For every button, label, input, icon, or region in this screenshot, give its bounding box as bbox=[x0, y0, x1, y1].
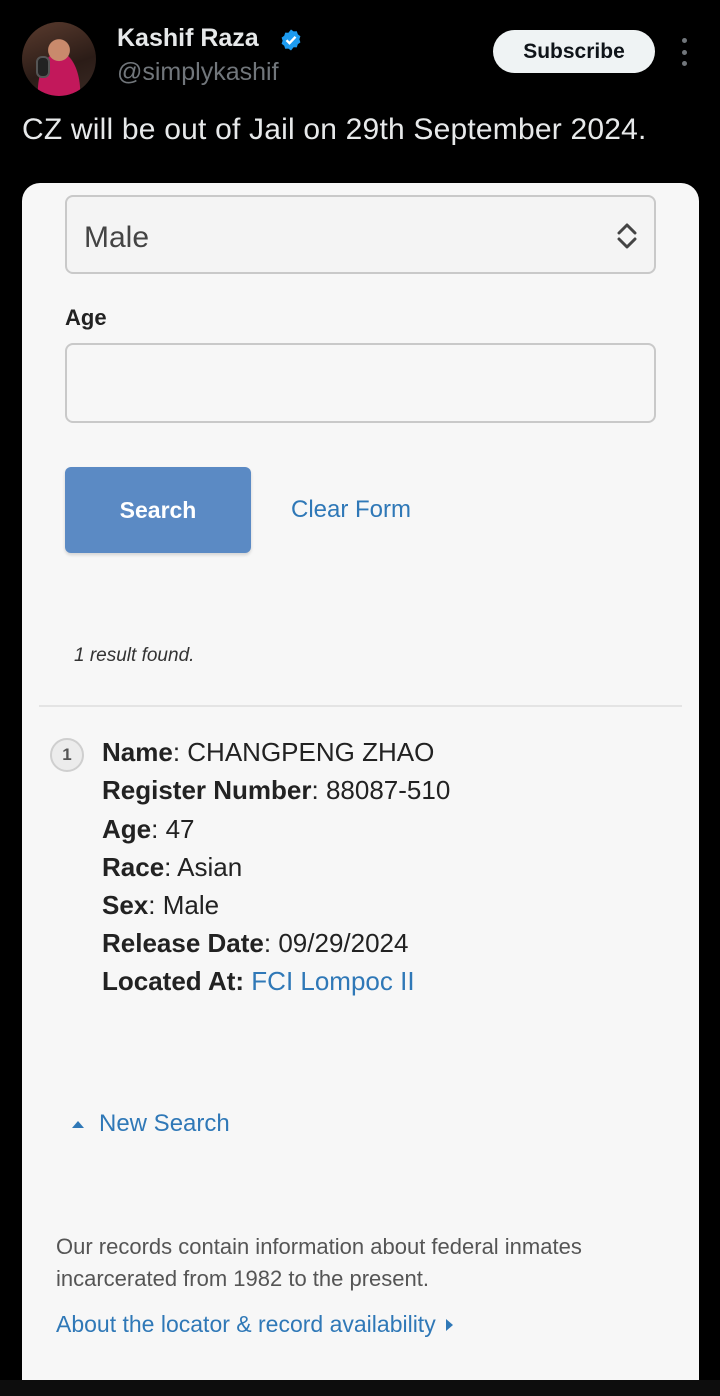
field-value: 09/29/2024 bbox=[278, 928, 409, 958]
new-search-link[interactable]: New Search bbox=[72, 1110, 230, 1138]
field-key: Name bbox=[102, 737, 173, 767]
field-key: Register Number bbox=[102, 775, 312, 805]
field-key: Located At: bbox=[102, 966, 245, 996]
result-register-row: Register Number: 88087-510 bbox=[102, 775, 451, 805]
facility-link[interactable]: FCI Lompoc II bbox=[251, 966, 414, 996]
microphone-icon bbox=[36, 56, 50, 78]
tweet-text: CZ will be out of Jail on 29th September… bbox=[22, 113, 647, 146]
field-value: 47 bbox=[165, 814, 195, 844]
result-release-date-row: Release Date: 09/29/2024 bbox=[102, 928, 409, 958]
age-input[interactable] bbox=[65, 343, 656, 423]
result-sex-row: Sex: Male bbox=[102, 890, 220, 920]
field-value: CHANGPENG ZHAO bbox=[187, 737, 435, 767]
result-location-row: Located At: FCI Lompoc II bbox=[102, 966, 415, 997]
result-count: 1 result found. bbox=[74, 645, 195, 666]
result-age-row: Age: 47 bbox=[102, 814, 195, 844]
sex-select[interactable]: Male bbox=[65, 195, 656, 274]
divider bbox=[39, 705, 682, 707]
about-locator-label: About the locator & record availability bbox=[56, 1311, 436, 1337]
subscribe-button[interactable]: Subscribe bbox=[493, 30, 655, 73]
records-note: Our records contain information about fe… bbox=[56, 1234, 582, 1291]
sex-select-value: Male bbox=[84, 221, 150, 254]
search-button[interactable]: Search bbox=[65, 467, 251, 553]
author-name[interactable]: Kashif Raza bbox=[117, 24, 259, 53]
field-value: 88087-510 bbox=[325, 775, 451, 805]
field-value: Asian bbox=[177, 852, 243, 882]
author-avatar[interactable] bbox=[22, 22, 96, 96]
result-name-row: Name: CHANGPENG ZHAO bbox=[102, 737, 435, 767]
field-key: Release Date bbox=[102, 928, 264, 958]
about-locator-link[interactable]: About the locator & record availability bbox=[56, 1311, 453, 1338]
field-key: Sex bbox=[102, 890, 149, 920]
tweet-image-card[interactable]: Male Age Search Clear Form 1 result foun… bbox=[22, 183, 699, 1396]
field-key: Age bbox=[102, 814, 152, 844]
age-label: Age bbox=[65, 305, 107, 330]
field-key: Race bbox=[102, 852, 165, 882]
caret-right-icon bbox=[445, 1318, 453, 1331]
more-options-icon[interactable] bbox=[676, 38, 692, 66]
verified-badge-icon bbox=[281, 29, 301, 51]
clear-form-link[interactable]: Clear Form bbox=[291, 496, 411, 524]
chevron-updown-icon bbox=[617, 223, 637, 249]
bottom-bar bbox=[0, 1380, 720, 1396]
author-handle[interactable]: @simplykashif bbox=[117, 58, 279, 87]
result-index-badge: 1 bbox=[50, 738, 84, 772]
new-search-label: New Search bbox=[99, 1110, 230, 1137]
field-value: Male bbox=[162, 890, 220, 920]
result-race-row: Race: Asian bbox=[102, 852, 243, 882]
caret-up-icon bbox=[72, 1120, 84, 1128]
